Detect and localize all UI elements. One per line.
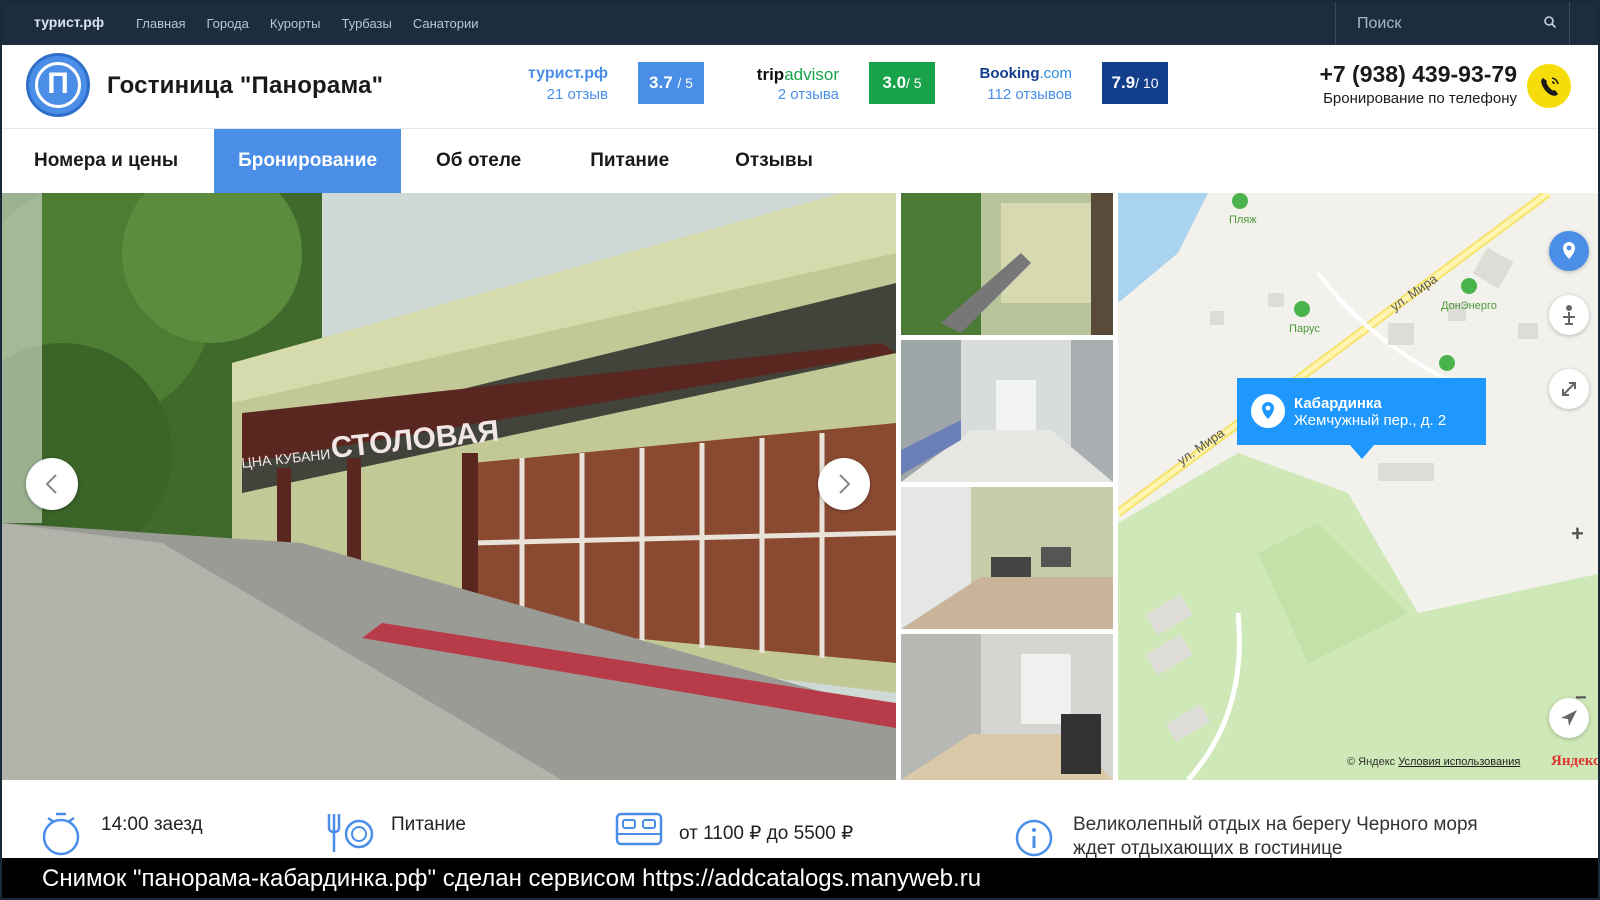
gallery-thumb[interactable]	[901, 340, 1113, 482]
map-callout[interactable]: Кабардинка Жемчужный пер., д. 2	[1237, 378, 1486, 459]
rating-source-name: tripadvisor	[756, 65, 839, 84]
rating-score-badge: 7.9/ 10	[1102, 62, 1168, 104]
bed-icon	[615, 812, 663, 846]
search-input[interactable]	[1336, 2, 1536, 45]
gallery-thumb[interactable]	[901, 634, 1113, 780]
map-zoom-out-button[interactable]: −	[1575, 687, 1587, 710]
rating-tripadvisor[interactable]: tripadvisor 2 отзыва 3.0/ 5	[750, 61, 935, 105]
person-icon	[1563, 305, 1575, 325]
map-zoom-in-button[interactable]: +	[1571, 521, 1584, 547]
rating-max: / 5	[906, 75, 922, 91]
map-address: Жемчужный пер., д. 2	[1294, 412, 1447, 429]
location-pin-icon	[1251, 394, 1285, 428]
top-nav: Главная Города Курорты Турбазы Санатории	[136, 16, 479, 31]
rating-turist[interactable]: турист.рф 21 отзыв 3.7 / 5	[518, 61, 704, 105]
location-map[interactable]	[1118, 193, 1598, 780]
nav-item-camps[interactable]: Турбазы	[342, 16, 392, 31]
nav-item-sanatoriums[interactable]: Санатории	[413, 16, 479, 31]
thumb-image-lobby	[901, 634, 1113, 780]
rating-score-badge: 3.7 / 5	[638, 62, 704, 104]
phone-icon[interactable]	[1527, 64, 1571, 108]
price-range: от 1100 ₽ до 5500 ₽	[679, 823, 854, 844]
hotel-info-strip: 14:00 заезд Питание от 1100 ₽ до 5500 ₽ …	[2, 780, 1598, 859]
map-label-parus: Парус	[1289, 323, 1320, 335]
alarm-clock-icon	[42, 812, 80, 856]
rating-source-name: Booking.com	[979, 65, 1072, 82]
tab-reviews[interactable]: Отзывы	[703, 129, 845, 193]
map-label-donenergo: ДонЭнерго	[1441, 300, 1497, 312]
rating-review-count: 21 отзыв	[546, 86, 608, 103]
info-icon	[1015, 819, 1053, 857]
thumb-image-hall	[901, 340, 1113, 482]
search-icon[interactable]	[1543, 15, 1557, 29]
map-canvas	[1118, 193, 1598, 780]
nav-item-cities[interactable]: Города	[206, 16, 248, 31]
rating-max: / 5	[677, 75, 693, 91]
food-icon	[327, 814, 374, 852]
screenshot-caption: Снимок "панорама-кабардинка.рф" сделан с…	[2, 858, 1598, 898]
tab-booking[interactable]: Бронирование	[214, 129, 402, 193]
gallery-thumb[interactable]	[901, 487, 1113, 629]
chevron-right-icon	[839, 474, 851, 494]
hotel-logo-letter: П	[35, 62, 81, 108]
hotel-header: П Гостиница "Панорама" турист.рф 21 отзы…	[2, 45, 1598, 129]
rating-review-count: 112 отзывов	[987, 86, 1072, 103]
page: турист.рф Главная Города Курорты Турбазы…	[0, 0, 1600, 900]
hotel-title: Гостиница "Панорама"	[107, 72, 384, 99]
callout-tail	[1350, 445, 1374, 459]
phone-block: +7 (938) 439-93-79 Бронирование по телеф…	[1252, 61, 1517, 107]
tab-rooms-prices[interactable]: Номера и цены	[2, 129, 210, 193]
thumb-image-stairs	[901, 193, 1113, 335]
checkin-time: 14:00 заезд	[101, 814, 203, 835]
rating-booking[interactable]: Booking.com 112 отзывов 7.9/ 10	[977, 61, 1168, 105]
rating-score: 3.7	[649, 73, 673, 92]
hotel-logo[interactable]: П	[26, 53, 90, 117]
phone-number[interactable]: +7 (938) 439-93-79	[1252, 61, 1517, 88]
search-box	[1335, 2, 1570, 45]
gallery-thumb[interactable]	[901, 193, 1113, 335]
gallery-next-button[interactable]	[818, 458, 870, 510]
nav-item-home[interactable]: Главная	[136, 16, 185, 31]
rating-review-count: 2 отзыва	[777, 86, 839, 103]
map-copyright: © Яндекс Условия использования	[1347, 756, 1520, 768]
gallery-prev-button[interactable]	[26, 458, 78, 510]
map-panorama-button[interactable]	[1549, 295, 1589, 335]
rating-score-badge: 3.0/ 5	[869, 62, 935, 104]
hero-photo[interactable]: СТОЛОВАЯ ЦНА КУБАНИ	[2, 193, 896, 780]
map-pin-icon	[1563, 242, 1575, 259]
hotel-description: Великолепный отдых на берегу Черного мор…	[1073, 814, 1478, 859]
map-location-button[interactable]	[1549, 231, 1589, 271]
rating-max: / 10	[1135, 75, 1159, 91]
site-logo[interactable]: турист.рф	[34, 14, 104, 30]
top-bar: турист.рф Главная Города Курорты Турбазы…	[2, 2, 1598, 45]
map-label-beach: Пляж	[1229, 214, 1257, 226]
chevron-left-icon	[45, 474, 57, 494]
tab-about[interactable]: Об отеле	[401, 129, 556, 193]
food-info: Питание	[391, 814, 466, 835]
map-fullscreen-button[interactable]	[1549, 369, 1589, 409]
rating-score: 7.9	[1111, 73, 1136, 92]
tab-food[interactable]: Питание	[556, 129, 703, 193]
phone-note: Бронирование по телефону	[1323, 90, 1517, 107]
rating-score: 3.0	[882, 73, 907, 92]
thumb-image-terrace	[901, 487, 1113, 629]
map-place-name: Кабардинка	[1294, 395, 1382, 412]
rating-source-name: турист.рф	[527, 65, 608, 82]
hotel-building-image: СТОЛОВАЯ ЦНА КУБАНИ	[2, 193, 896, 780]
map-copyright-text: © Яндекс	[1347, 756, 1396, 768]
map-brand-logo[interactable]: Яндекс	[1551, 753, 1598, 770]
expand-icon	[1562, 382, 1576, 396]
hotel-tabs: Номера и цены Бронирование Об отеле Пита…	[2, 129, 1598, 193]
map-terms-link[interactable]: Условия использования	[1398, 756, 1520, 768]
nav-item-resorts[interactable]: Курорты	[270, 16, 321, 31]
